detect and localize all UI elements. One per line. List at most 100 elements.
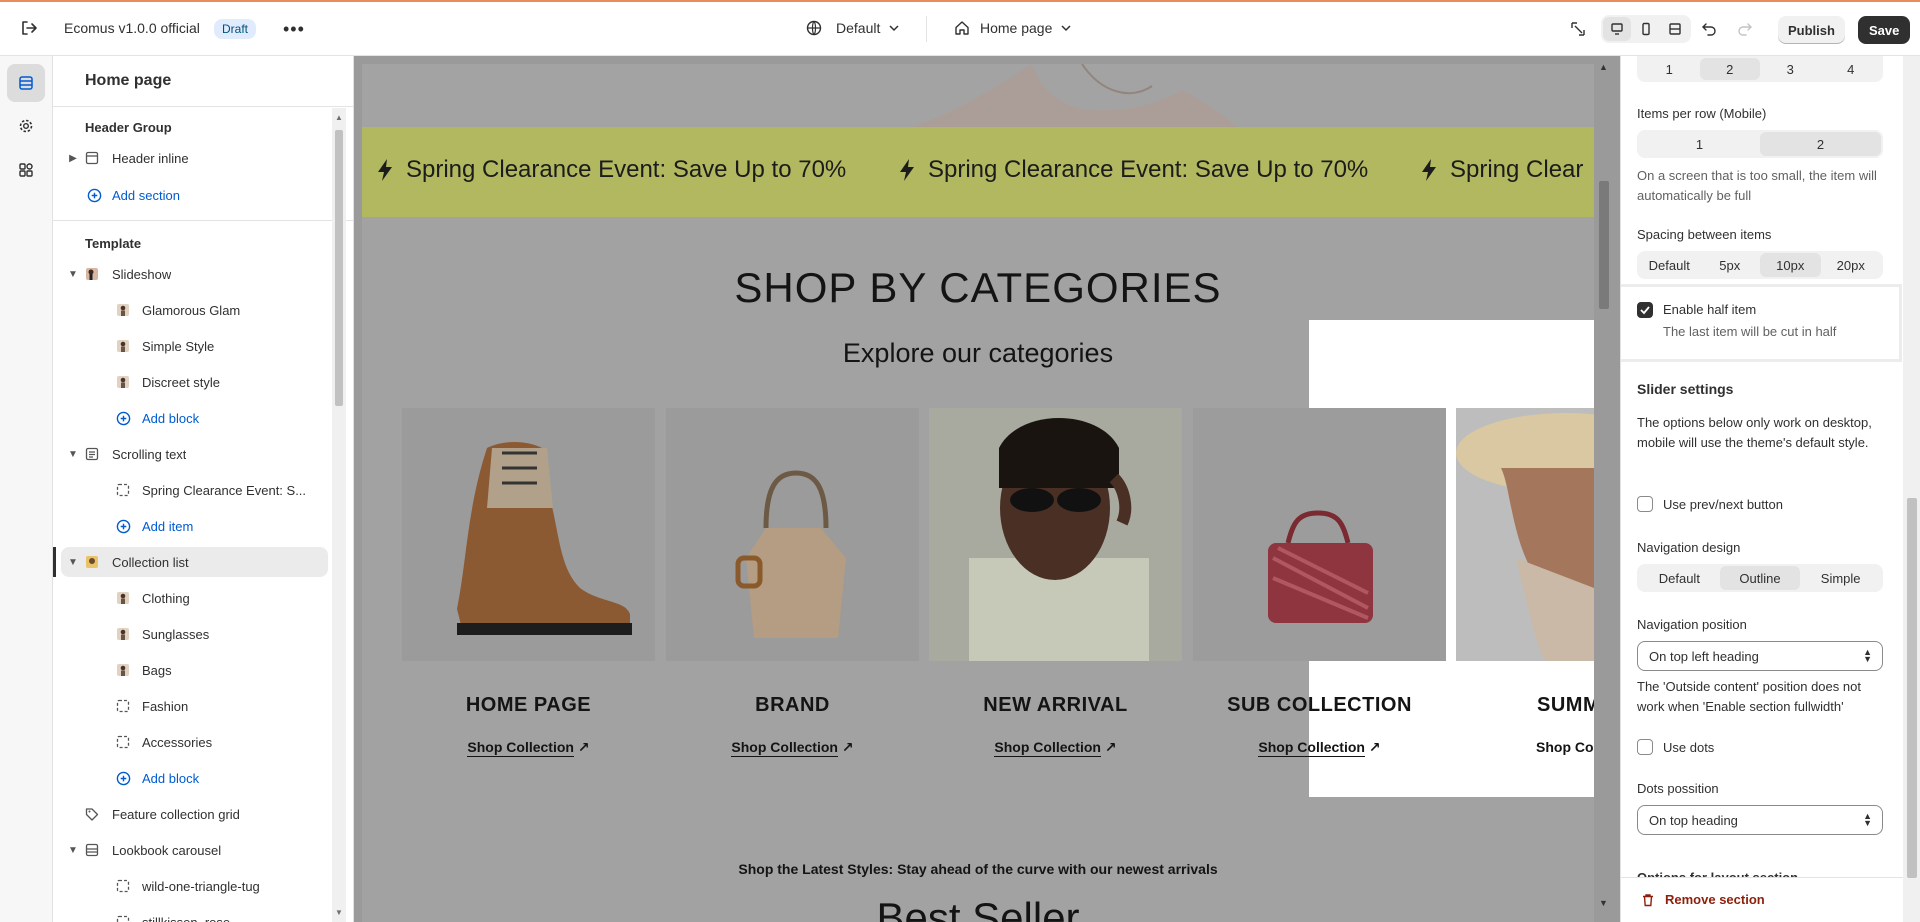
page-selector[interactable]: Home page xyxy=(954,20,1072,36)
block-item[interactable]: Spring Clearance Event: S... xyxy=(53,475,328,505)
tag-icon xyxy=(84,806,100,822)
option-5px[interactable]: 5px xyxy=(1700,253,1761,277)
scrollbar-thumb[interactable] xyxy=(1599,181,1609,309)
save-button[interactable]: Save xyxy=(1858,16,1911,44)
option-20px[interactable]: 20px xyxy=(1821,253,1882,277)
option-outline[interactable]: Outline xyxy=(1719,566,1801,590)
block-item[interactable]: Discreet style xyxy=(53,367,328,397)
scroll-up-icon[interactable]: ▲ xyxy=(1599,62,1608,72)
spacing-selector[interactable]: Default 5px 10px 20px xyxy=(1637,251,1883,279)
option-1[interactable]: 1 xyxy=(1639,132,1760,156)
select-value: On top heading xyxy=(1649,812,1738,828)
items-per-row-mobile-selector[interactable]: 1 2 xyxy=(1637,130,1883,158)
chevron-down-icon[interactable]: ▼ xyxy=(67,449,79,460)
shop-collection-link[interactable]: Shop Collection ↗ xyxy=(666,739,919,757)
option-4[interactable]: 4 xyxy=(1821,58,1882,80)
publish-button[interactable]: Publish xyxy=(1778,16,1845,44)
option-2[interactable]: 2 xyxy=(1699,58,1760,80)
category-card-image[interactable] xyxy=(402,408,655,661)
fullscreen-view-icon[interactable] xyxy=(1661,17,1689,41)
undo-icon[interactable] xyxy=(1701,21,1717,37)
navigation-position-label: Navigation position xyxy=(1637,617,1747,632)
navigation-position-select[interactable]: On top left heading ▲ ▼ xyxy=(1637,641,1883,671)
section-item[interactable]: ▼ Slideshow xyxy=(53,259,328,289)
desktop-view-icon[interactable] xyxy=(1603,17,1631,41)
category-card-image[interactable] xyxy=(1456,408,1594,661)
option-default[interactable]: Default xyxy=(1639,253,1700,277)
section-item[interactable]: ▼ Scrolling text xyxy=(53,439,328,469)
settings-gear-icon[interactable] xyxy=(7,107,45,145)
scrollbar-thumb[interactable] xyxy=(335,130,343,406)
scrollbar-track[interactable]: ▲ ▼ xyxy=(332,108,346,922)
block-item[interactable]: Simple Style xyxy=(53,331,328,361)
use-prev-next-checkbox[interactable] xyxy=(1637,496,1653,512)
use-dots-checkbox[interactable] xyxy=(1637,739,1653,755)
section-item[interactable]: ▼ Lookbook carousel xyxy=(53,835,328,865)
remove-section-button[interactable]: Remove section xyxy=(1641,892,1765,907)
shop-collection-link[interactable]: Shop Collection ↗ xyxy=(1193,739,1446,757)
scroll-up-icon[interactable]: ▲ xyxy=(335,113,343,122)
block-item[interactable]: Glamorous Glam xyxy=(53,295,328,325)
scroll-down-icon[interactable]: ▼ xyxy=(1599,898,1608,908)
best-seller-intro: Shop the Latest Styles: Stay ahead of th… xyxy=(738,861,1218,877)
dots-position-select[interactable]: On top heading ▲ ▼ xyxy=(1637,805,1883,835)
chevron-down-icon[interactable]: ▼ xyxy=(67,269,79,280)
mobile-view-icon[interactable] xyxy=(1632,17,1660,41)
category-card-image[interactable] xyxy=(666,408,919,661)
block-item[interactable]: Clothing xyxy=(53,583,328,613)
option-default[interactable]: Default xyxy=(1639,566,1720,590)
exit-icon[interactable] xyxy=(20,19,38,37)
block-item[interactable]: Bags xyxy=(53,655,328,685)
panel-scrollbar[interactable] xyxy=(1903,56,1920,922)
category-card-image[interactable] xyxy=(1193,408,1446,661)
navigation-design-selector[interactable]: Default Outline Simple xyxy=(1637,564,1883,592)
option-simple[interactable]: Simple xyxy=(1800,566,1881,590)
section-tree-sidebar: Home page Header Group ▶ Header inline A… xyxy=(53,56,354,922)
shop-collection-link[interactable]: Shop Collection ↗ xyxy=(402,739,655,757)
add-block-button[interactable]: Add block xyxy=(53,763,328,793)
sections-icon[interactable] xyxy=(7,64,45,102)
option-10px[interactable]: 10px xyxy=(1760,253,1821,277)
option-1[interactable]: 1 xyxy=(1639,58,1700,80)
block-item[interactable]: Fashion xyxy=(53,691,328,721)
block-item[interactable]: Accessories xyxy=(53,727,328,757)
block-item[interactable]: Sunglasses xyxy=(53,619,328,649)
tree-item-label: Scrolling text xyxy=(112,446,187,462)
section-item[interactable]: ▼ Collection list xyxy=(61,547,328,577)
items-per-row-desktop-selector[interactable]: 1 2 3 4 xyxy=(1637,56,1883,82)
add-section-button[interactable]: Add section xyxy=(53,180,328,210)
preview-scrollbar[interactable]: ▲ ▼ xyxy=(1594,56,1614,922)
spacing-label: Spacing between items xyxy=(1637,227,1772,242)
divider xyxy=(53,106,353,107)
more-actions-icon[interactable]: ••• xyxy=(283,19,305,40)
chevron-right-icon[interactable]: ▶ xyxy=(67,153,79,164)
tree-item-label: Spring Clearance Event: S... xyxy=(142,482,307,498)
apps-icon[interactable] xyxy=(7,151,45,189)
category-card-image[interactable] xyxy=(929,408,1182,661)
add-item-button[interactable]: Add item xyxy=(53,511,328,541)
chevron-down-icon[interactable]: ▼ xyxy=(67,845,79,856)
block-item[interactable]: wild-one-triangle-tug xyxy=(53,871,328,901)
option-2[interactable]: 2 xyxy=(1760,132,1881,156)
section-item[interactable]: Feature collection grid xyxy=(53,799,328,829)
add-block-button[interactable]: Add block xyxy=(53,403,328,433)
marquee-item: Spring Clearance Event: Save Up to 70% xyxy=(898,156,1368,184)
redo-icon[interactable] xyxy=(1737,21,1753,37)
enable-half-item-checkbox[interactable] xyxy=(1637,302,1653,318)
tree-item-label: Clothing xyxy=(142,590,190,606)
scrollbar-thumb[interactable] xyxy=(1907,498,1917,878)
inspector-icon[interactable] xyxy=(1570,21,1586,37)
plus-circle-icon xyxy=(86,187,102,203)
theme-selector[interactable]: Default xyxy=(806,20,900,36)
add-section-label: Add section xyxy=(112,187,180,203)
block-icon xyxy=(115,878,131,894)
shop-collection-link[interactable]: Shop Collection ↗ xyxy=(929,739,1182,757)
tree-item-label: Sunglasses xyxy=(142,626,210,642)
store-name: Ecomus v1.0.0 official xyxy=(64,20,200,36)
option-3[interactable]: 3 xyxy=(1760,58,1821,80)
chevron-down-icon[interactable]: ▼ xyxy=(67,557,79,568)
scroll-down-icon[interactable]: ▼ xyxy=(335,908,343,917)
section-header-inline[interactable]: ▶ Header inline xyxy=(53,143,328,173)
shop-collection-link[interactable]: Shop Colle xyxy=(1456,739,1594,755)
block-item[interactable]: stillkissen_rose xyxy=(53,907,328,922)
